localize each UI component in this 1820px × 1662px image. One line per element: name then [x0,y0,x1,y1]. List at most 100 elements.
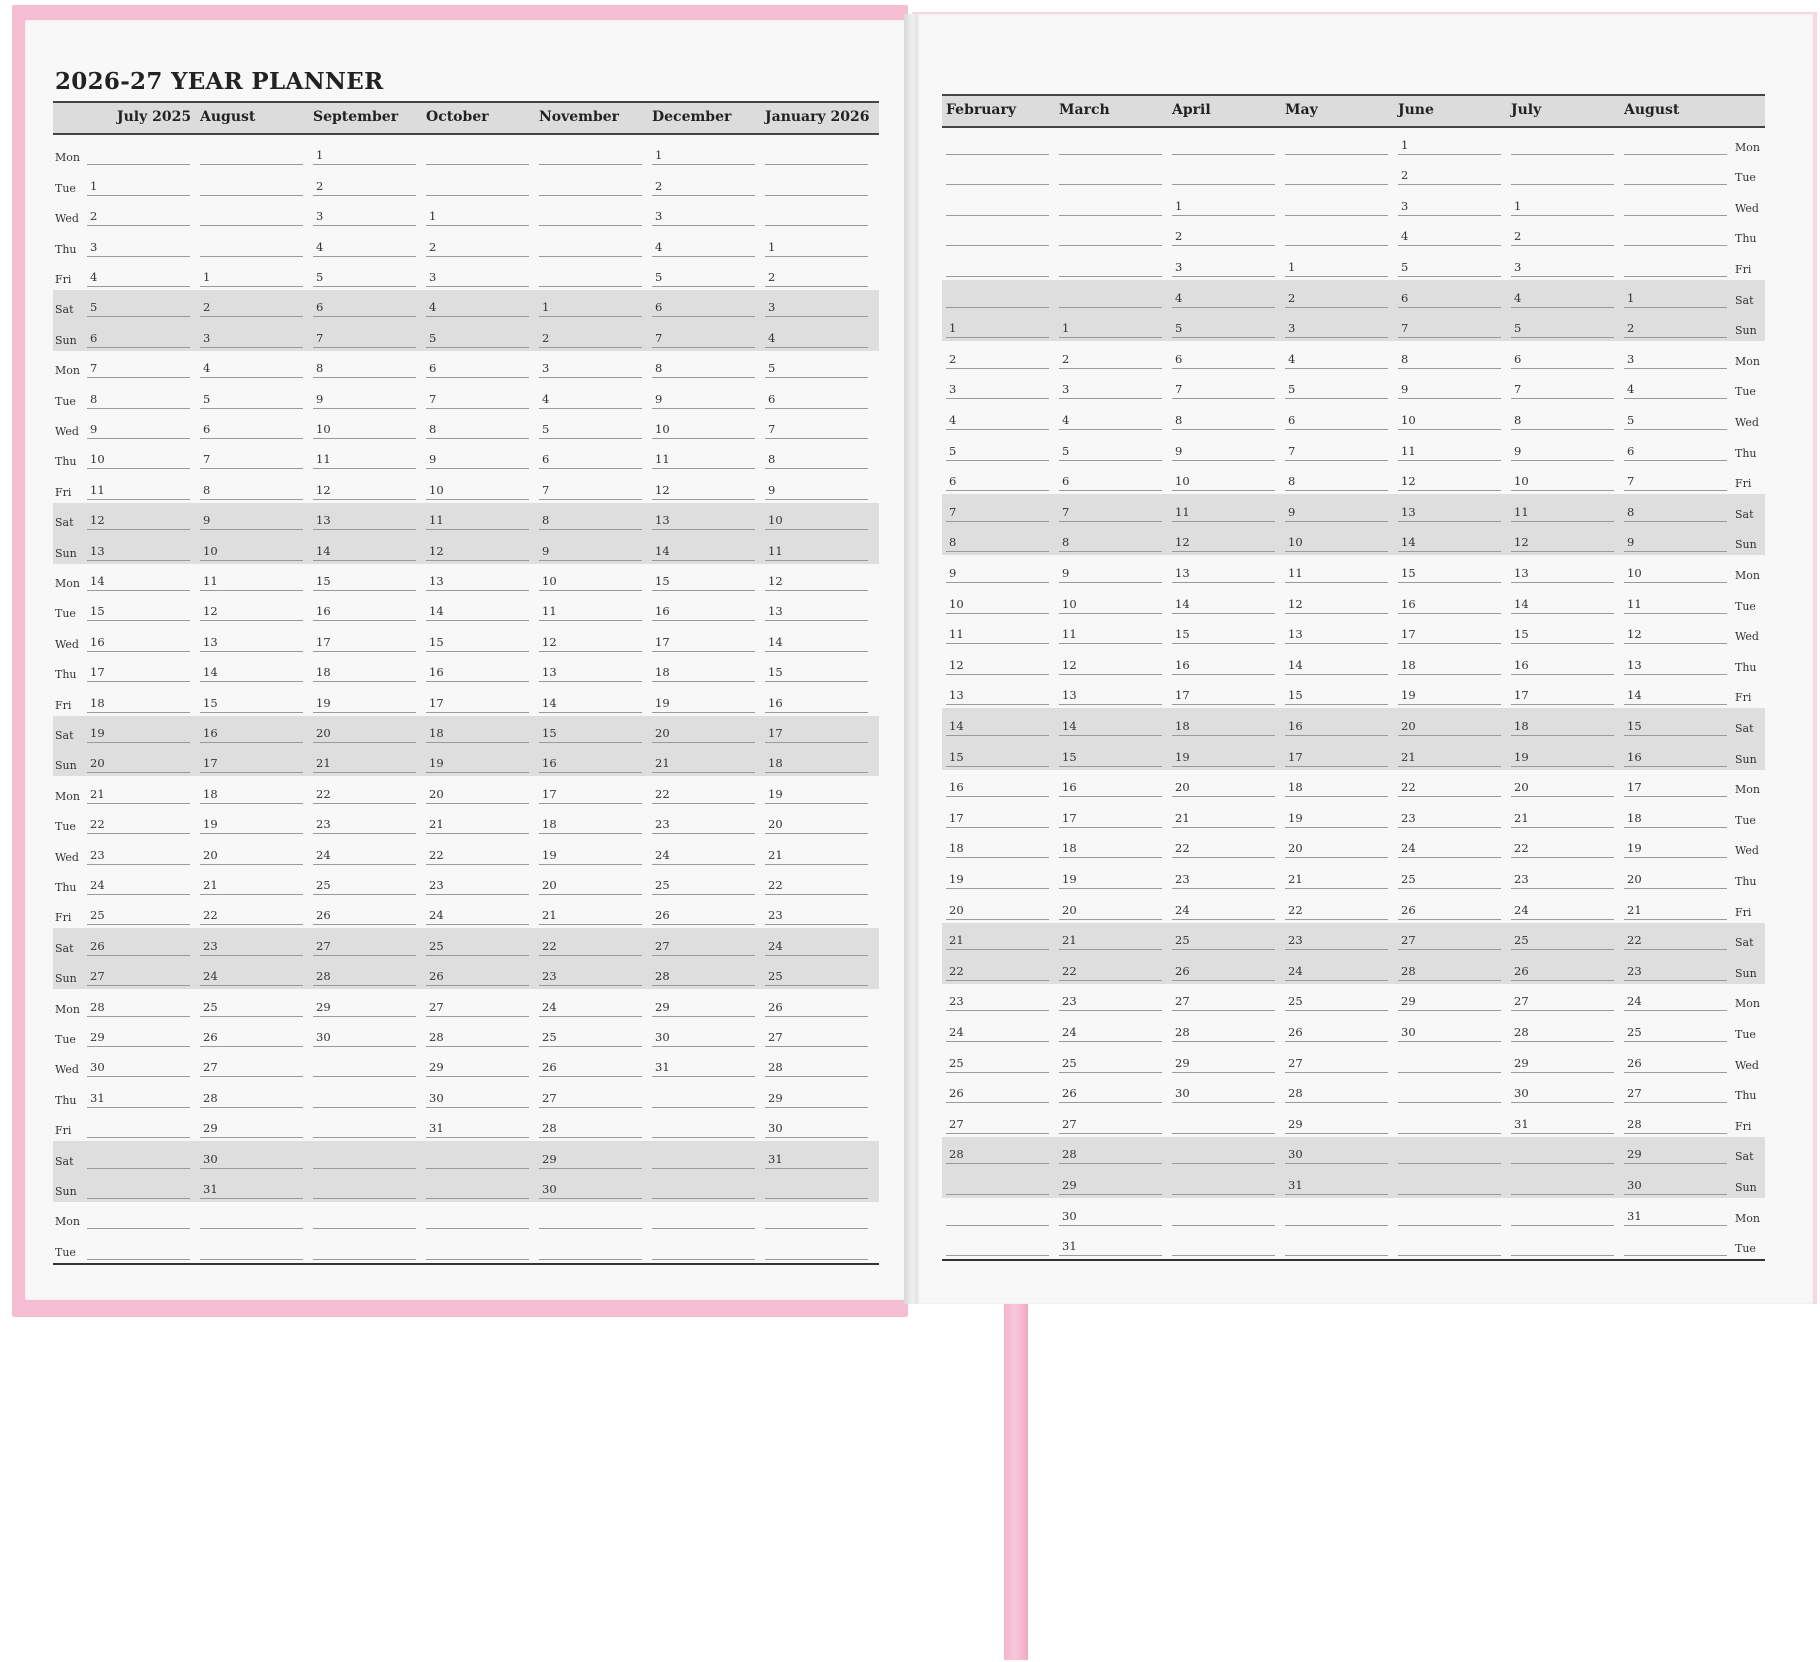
day-cell[interactable]: 26 [539,1050,642,1078]
day-cell[interactable]: 27 [1398,923,1501,951]
day-cell[interactable]: 7 [1172,372,1275,400]
day-cell[interactable]: 9 [1398,372,1501,400]
day-cell[interactable] [313,1080,416,1108]
day-cell[interactable] [765,199,868,227]
day-cell[interactable]: 9 [313,381,416,409]
day-cell[interactable] [1624,188,1727,216]
day-cell[interactable]: 17 [313,624,416,652]
day-cell[interactable] [539,1232,642,1260]
day-cell[interactable] [200,199,303,227]
day-cell[interactable] [946,1198,1049,1226]
day-cell[interactable]: 12 [426,533,529,561]
day-cell[interactable]: 29 [1398,984,1501,1012]
day-cell[interactable]: 22 [1059,953,1162,981]
day-cell[interactable]: 23 [946,984,1049,1012]
day-cell[interactable]: 31 [426,1111,529,1139]
day-cell[interactable]: 27 [313,928,416,956]
day-cell[interactable] [87,1202,190,1230]
day-cell[interactable]: 13 [1285,617,1388,645]
day-cell[interactable]: 4 [1511,280,1614,308]
day-cell[interactable]: 8 [539,503,642,531]
day-cell[interactable]: 28 [1172,1014,1275,1042]
day-cell[interactable] [200,138,303,166]
day-cell[interactable]: 7 [1059,494,1162,522]
day-cell[interactable]: 31 [1511,1106,1614,1134]
day-cell[interactable]: 22 [426,837,529,865]
day-cell[interactable] [1624,158,1727,186]
day-cell[interactable] [426,1202,529,1230]
day-cell[interactable] [539,168,642,196]
day-cell[interactable] [539,199,642,227]
day-cell[interactable]: 3 [652,199,755,227]
day-cell[interactable]: 21 [426,807,529,835]
day-cell[interactable]: 29 [652,989,755,1017]
day-cell[interactable]: 21 [1059,923,1162,951]
day-cell[interactable] [539,138,642,166]
day-cell[interactable]: 26 [652,898,755,926]
day-cell[interactable]: 19 [765,776,868,804]
day-cell[interactable]: 18 [652,655,755,683]
day-cell[interactable]: 19 [1511,739,1614,767]
day-cell[interactable]: 8 [1398,341,1501,369]
day-cell[interactable]: 7 [1398,311,1501,339]
day-cell[interactable]: 7 [1624,464,1727,492]
day-cell[interactable]: 15 [652,564,755,591]
day-cell[interactable] [946,158,1049,186]
day-cell[interactable]: 1 [1172,188,1275,216]
day-cell[interactable]: 16 [1172,647,1275,675]
day-cell[interactable] [1172,1198,1275,1226]
day-cell[interactable]: 1 [1624,280,1727,308]
day-cell[interactable] [1511,1198,1614,1226]
day-cell[interactable]: 24 [87,868,190,895]
day-cell[interactable] [313,1232,416,1260]
day-cell[interactable]: 16 [426,655,529,683]
day-cell[interactable]: 28 [539,1111,642,1139]
day-cell[interactable]: 16 [652,594,755,622]
day-cell[interactable]: 27 [946,1106,1049,1134]
day-cell[interactable]: 13 [1398,494,1501,522]
day-cell[interactable]: 18 [200,776,303,804]
day-cell[interactable]: 4 [539,381,642,409]
day-cell[interactable]: 2 [426,229,529,257]
day-cell[interactable]: 2 [313,168,416,196]
day-cell[interactable]: 29 [1285,1106,1388,1134]
day-cell[interactable]: 6 [426,351,529,379]
day-cell[interactable]: 29 [539,1141,642,1169]
day-cell[interactable] [1511,1137,1614,1165]
day-cell[interactable] [426,138,529,166]
day-cell[interactable]: 7 [765,412,868,439]
day-cell[interactable]: 10 [87,442,190,470]
day-cell[interactable]: 23 [1511,861,1614,889]
day-cell[interactable]: 20 [539,868,642,895]
day-cell[interactable]: 13 [313,503,416,531]
day-cell[interactable]: 25 [1285,984,1388,1012]
day-cell[interactable]: 25 [87,898,190,926]
day-cell[interactable]: 24 [1511,892,1614,920]
day-cell[interactable]: 28 [87,989,190,1017]
day-cell[interactable]: 30 [539,1172,642,1199]
day-cell[interactable]: 23 [313,807,416,835]
day-cell[interactable]: 18 [1059,831,1162,859]
day-cell[interactable]: 11 [652,442,755,470]
day-cell[interactable]: 10 [1172,464,1275,492]
day-cell[interactable]: 4 [313,229,416,257]
day-cell[interactable]: 12 [652,472,755,500]
day-cell[interactable]: 15 [426,624,529,652]
day-cell[interactable]: 2 [652,168,755,196]
day-cell[interactable]: 7 [539,472,642,500]
day-cell[interactable]: 16 [313,594,416,622]
day-cell[interactable]: 28 [1624,1106,1727,1134]
day-cell[interactable] [1059,188,1162,216]
day-cell[interactable]: 6 [200,412,303,439]
day-cell[interactable] [946,249,1049,277]
day-cell[interactable]: 1 [652,138,755,166]
day-cell[interactable]: 2 [1172,219,1275,247]
day-cell[interactable]: 11 [426,503,529,531]
day-cell[interactable]: 21 [200,868,303,895]
day-cell[interactable] [652,1111,755,1139]
day-cell[interactable]: 30 [1059,1198,1162,1226]
day-cell[interactable]: 9 [200,503,303,531]
day-cell[interactable] [946,127,1049,155]
day-cell[interactable]: 5 [1059,433,1162,461]
day-cell[interactable]: 21 [313,746,416,774]
